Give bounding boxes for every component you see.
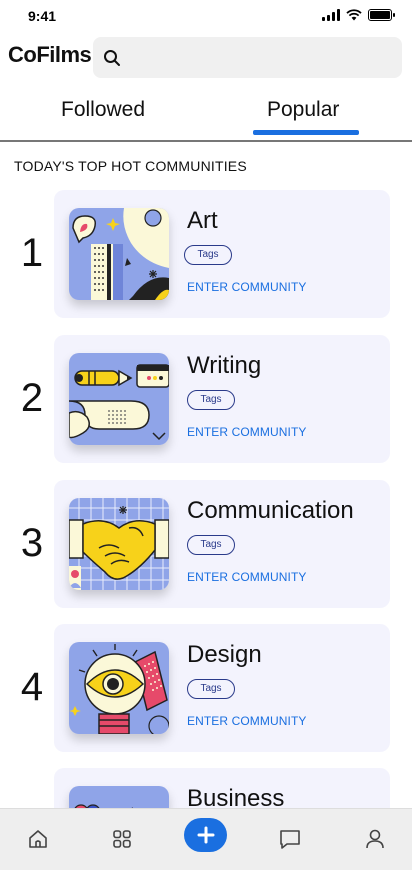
tags-chip[interactable]: Tags xyxy=(187,535,235,555)
status-time: 9:41 xyxy=(28,8,57,24)
tab-followed[interactable]: Followed xyxy=(61,98,145,122)
rank-number: 4 xyxy=(20,665,44,709)
search-icon xyxy=(104,50,120,66)
app-screen: 9:41 CoFilms Followed Popular TODAY'S TO… xyxy=(0,0,412,870)
add-icon xyxy=(197,826,214,844)
nav-profile[interactable] xyxy=(360,824,390,854)
rank-number: 2 xyxy=(20,376,44,420)
enter-community-link[interactable]: ENTER COMMUNITY xyxy=(187,280,307,294)
tags-chip[interactable]: Tags xyxy=(187,390,235,410)
bottom-navigation-bar xyxy=(0,808,412,870)
tags-chip[interactable]: Tags xyxy=(187,679,235,699)
nav-chat[interactable] xyxy=(275,824,305,854)
community-card-communication[interactable]: Communication Tags ENTER COMMUNITY xyxy=(54,480,390,608)
community-card-writing[interactable]: Writing Tags ENTER COMMUNITY xyxy=(54,335,390,463)
add-button[interactable] xyxy=(184,818,227,852)
community-name: Design xyxy=(187,641,262,668)
grid-icon xyxy=(113,830,131,848)
nav-home[interactable] xyxy=(23,824,53,854)
art-illustration xyxy=(69,208,169,300)
community-name: Communication xyxy=(187,497,354,524)
enter-community-link[interactable]: ENTER COMMUNITY xyxy=(187,425,307,439)
writing-illustration xyxy=(69,353,169,445)
nav-grid[interactable] xyxy=(107,824,137,854)
app-logo: CoFilms xyxy=(8,42,92,67)
wifi-icon xyxy=(346,9,362,21)
communication-illustration xyxy=(69,498,169,590)
section-title: TODAY'S TOP HOT COMMUNITIES xyxy=(14,158,247,174)
community-card-design[interactable]: Design Tags ENTER COMMUNITY xyxy=(54,624,390,752)
rank-number: 3 xyxy=(20,521,44,565)
design-illustration xyxy=(69,642,169,734)
profile-icon xyxy=(366,829,384,849)
chat-icon xyxy=(280,830,300,849)
enter-community-link[interactable]: ENTER COMMUNITY xyxy=(187,714,307,728)
tab-divider xyxy=(0,140,412,142)
status-bar: 9:41 xyxy=(0,0,412,34)
community-name: Art xyxy=(187,207,218,234)
active-tab-indicator xyxy=(253,130,359,135)
cellular-signal-icon xyxy=(322,9,340,21)
search-input[interactable] xyxy=(129,45,389,71)
tags-chip[interactable]: Tags xyxy=(184,245,232,265)
community-card-art[interactable]: Art Tags ENTER COMMUNITY xyxy=(54,190,390,318)
tab-popular[interactable]: Popular xyxy=(267,98,339,122)
status-icons xyxy=(322,9,395,21)
home-icon xyxy=(29,830,47,848)
enter-community-link[interactable]: ENTER COMMUNITY xyxy=(187,570,307,584)
community-name: Writing xyxy=(187,352,262,379)
battery-icon xyxy=(368,9,395,21)
rank-number: 1 xyxy=(20,231,44,275)
search-bar[interactable] xyxy=(93,37,402,78)
